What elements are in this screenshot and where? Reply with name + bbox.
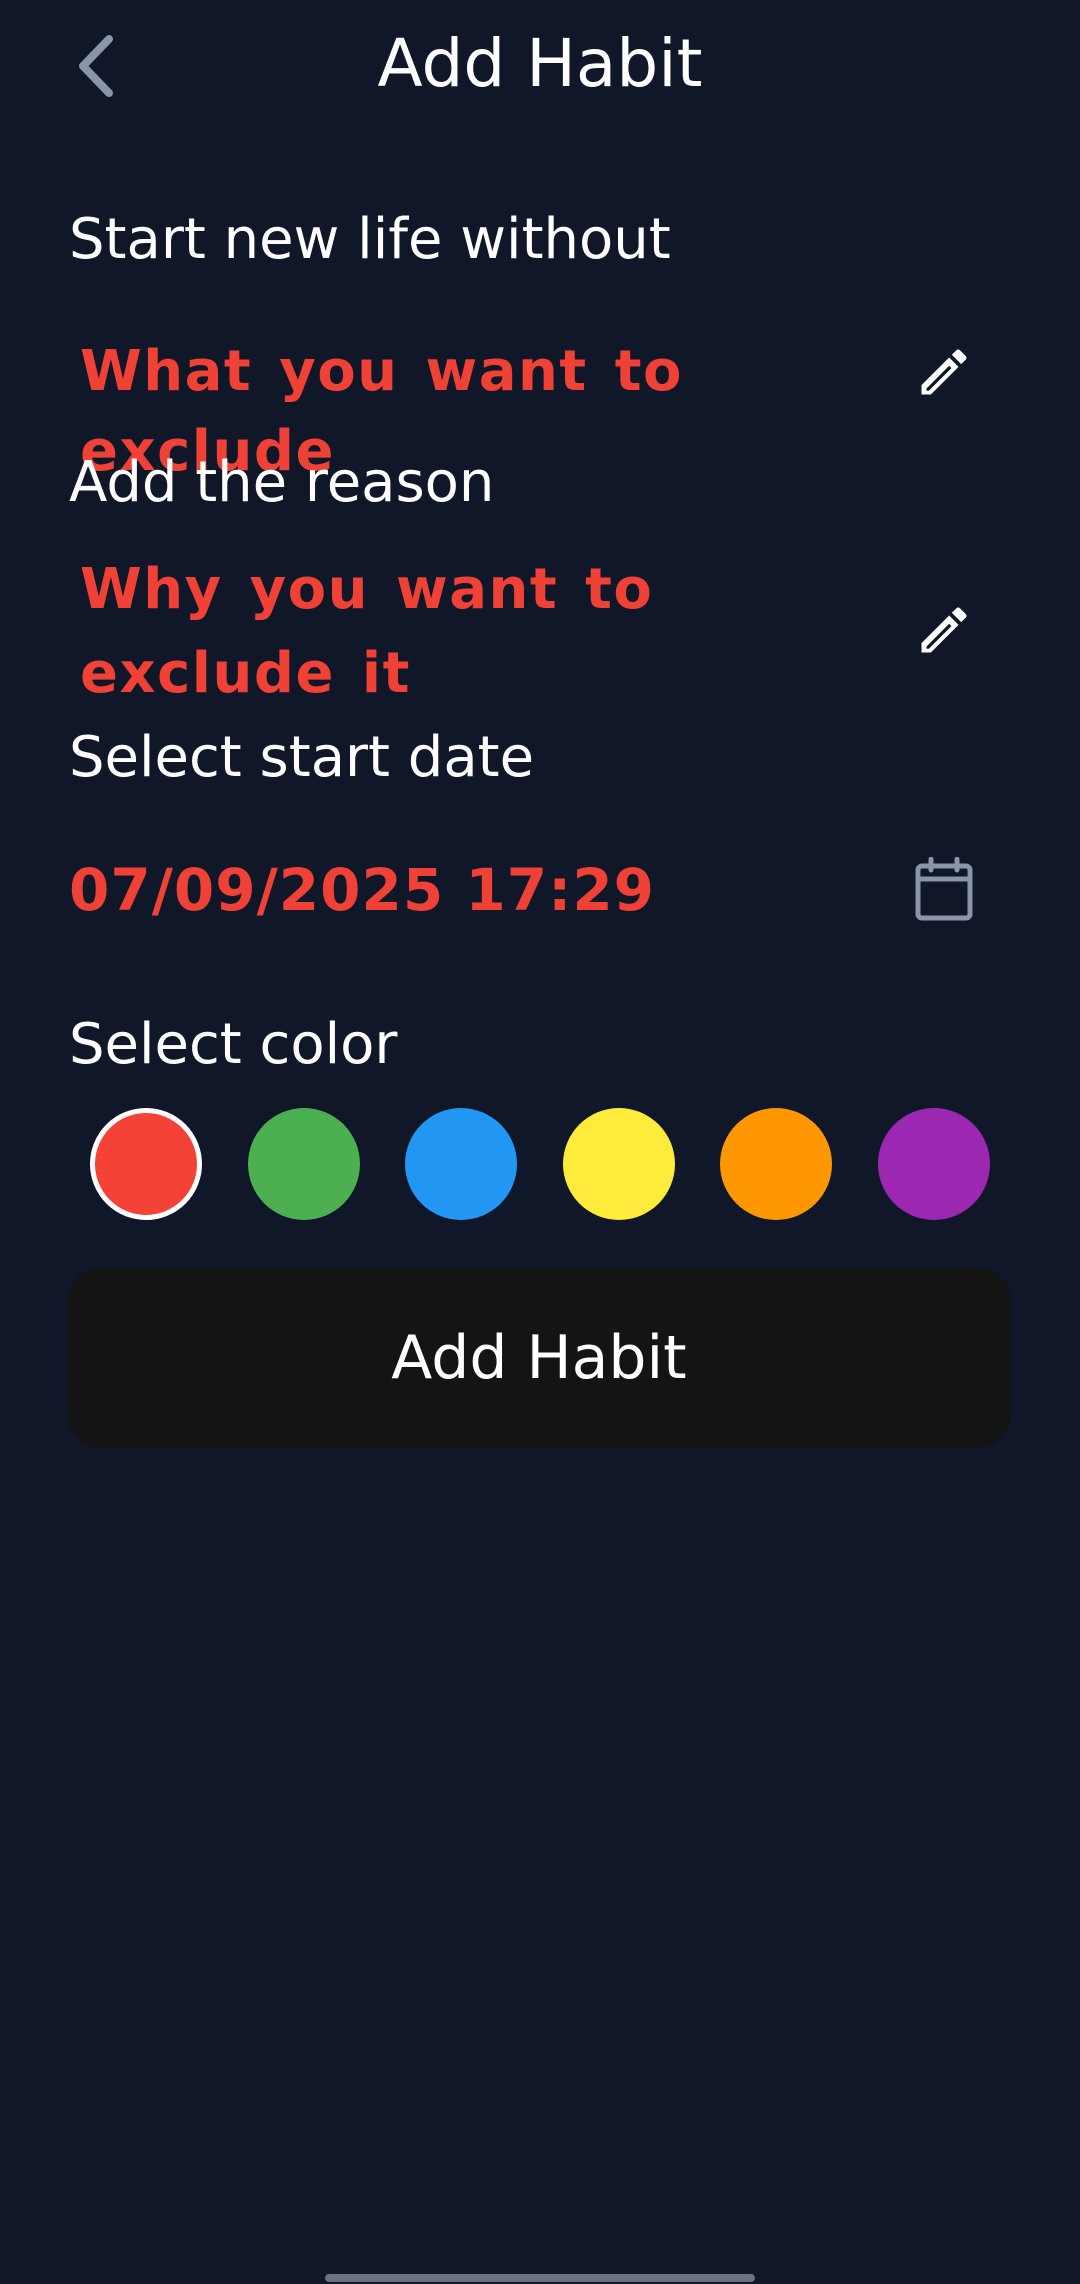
add-habit-button[interactable]: Add Habit [67, 1268, 1011, 1448]
color-swatch-purple[interactable] [878, 1108, 990, 1220]
color-swatch-green[interactable] [248, 1108, 360, 1220]
color-swatch-yellow[interactable] [563, 1108, 675, 1220]
color-swatch-orange[interactable] [720, 1108, 832, 1220]
reason-input[interactable]: Why you want to exclude it [80, 548, 840, 716]
home-indicator [325, 2274, 755, 2282]
calendar-icon [915, 857, 973, 921]
page-title: Add Habit [377, 25, 703, 102]
app-header: Add Habit [0, 0, 1080, 130]
color-swatch-red[interactable] [90, 1108, 202, 1220]
start-date-value[interactable]: 07/09/2025 17:29 [69, 850, 655, 930]
reason-label: Add the reason [69, 450, 495, 515]
start-date-label: Select start date [69, 725, 535, 790]
edit-reason-button[interactable] [904, 590, 984, 670]
date-picker-button[interactable] [904, 850, 984, 930]
color-label: Select color [69, 1012, 398, 1077]
edit-exclude-button[interactable] [904, 332, 984, 412]
color-swatch-blue[interactable] [405, 1108, 517, 1220]
pencil-icon [921, 349, 967, 395]
pencil-icon [921, 607, 967, 653]
exclude-label: Start new life without [69, 207, 671, 272]
